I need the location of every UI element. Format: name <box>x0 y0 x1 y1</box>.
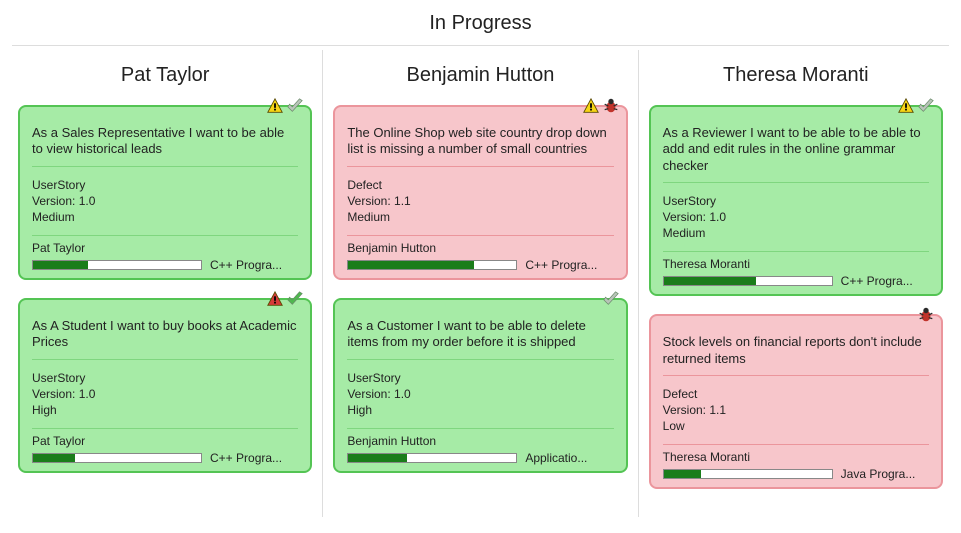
warning-icon <box>266 290 284 308</box>
card-version_label: Version: 1.1 <box>663 402 929 418</box>
swimlane: Benjamin Hutton The Online Shop web site … <box>322 50 637 517</box>
warning-icon <box>897 97 915 115</box>
card-type: UserStory <box>347 370 613 386</box>
card-icons <box>266 290 304 308</box>
progress-bar <box>32 453 202 463</box>
card-icons <box>582 97 620 115</box>
task-card[interactable]: As A Student I want to buy books at Acad… <box>18 298 312 473</box>
kanban-board: In Progress Pat Taylor As a Sales Represe… <box>0 0 961 529</box>
card-version_label: Version: 1.0 <box>32 386 298 402</box>
card-owner: Benjamin Hutton <box>347 236 613 258</box>
card-title: The Online Shop web site country drop do… <box>347 125 613 167</box>
bug-icon <box>917 306 935 324</box>
columns-container: Pat Taylor As a Sales Representative I wa… <box>8 50 953 517</box>
card-meta: DefectVersion: 1.1Medium <box>347 177 613 237</box>
card-footer: C++ Progra... <box>663 274 929 288</box>
card-footer: Applicatio... <box>347 451 613 465</box>
card-title: As a Customer I want to be able to delet… <box>347 318 613 360</box>
task-card[interactable]: As a Sales Representative I want to be a… <box>18 105 312 280</box>
card-owner: Benjamin Hutton <box>347 429 613 451</box>
card-version_label: Version: 1.0 <box>347 386 613 402</box>
card-version_label: Version: 1.0 <box>663 209 929 225</box>
card-owner: Pat Taylor <box>32 429 298 451</box>
progress-fill <box>348 454 407 462</box>
check-icon <box>602 290 620 308</box>
card-owner: Pat Taylor <box>32 236 298 258</box>
card-type: Defect <box>663 386 929 402</box>
card-title: As A Student I want to buy books at Acad… <box>32 318 298 360</box>
progress-bar <box>663 469 833 479</box>
card-meta: DefectVersion: 1.1Low <box>663 386 929 446</box>
card-meta: UserStoryVersion: 1.0Medium <box>32 177 298 237</box>
card-priority: High <box>347 402 613 418</box>
card-meta: UserStoryVersion: 1.0High <box>347 370 613 430</box>
progress-fill <box>664 277 756 285</box>
card-priority: High <box>32 402 298 418</box>
progress-fill <box>33 261 88 269</box>
card-footer: Java Progra... <box>663 467 929 481</box>
card-tag: Applicatio... <box>525 451 613 465</box>
card-version_label: Version: 1.1 <box>347 193 613 209</box>
card-priority: Low <box>663 418 929 434</box>
progress-bar <box>663 276 833 286</box>
card-type: UserStory <box>663 193 929 209</box>
card-type: UserStory <box>32 177 298 193</box>
card-footer: C++ Progra... <box>32 451 298 465</box>
card-tag: Java Progra... <box>841 467 929 481</box>
progress-bar <box>32 260 202 270</box>
task-card[interactable]: The Online Shop web site country drop do… <box>333 105 627 280</box>
card-icons <box>602 290 620 308</box>
bug-icon <box>602 97 620 115</box>
card-tag: C++ Progra... <box>210 451 298 465</box>
card-title: As a Reviewer I want to be able to be ab… <box>663 125 929 183</box>
check-icon <box>917 97 935 115</box>
board-title: In Progress <box>12 0 949 46</box>
card-footer: C++ Progra... <box>347 258 613 272</box>
task-card[interactable]: As a Customer I want to be able to delet… <box>333 298 627 473</box>
warning-icon <box>266 97 284 115</box>
card-title: Stock levels on financial reports don't … <box>663 334 929 376</box>
card-tag: C++ Progra... <box>841 274 929 288</box>
card-owner: Theresa Moranti <box>663 445 929 467</box>
swimlane: Theresa Moranti As a Reviewer I want to b… <box>638 50 953 517</box>
card-icons <box>917 306 935 324</box>
card-owner: Theresa Moranti <box>663 252 929 274</box>
card-icons <box>897 97 935 115</box>
warning-icon <box>582 97 600 115</box>
card-priority: Medium <box>32 209 298 225</box>
check-icon <box>286 290 304 308</box>
check-icon <box>286 97 304 115</box>
card-priority: Medium <box>347 209 613 225</box>
progress-bar <box>347 260 517 270</box>
progress-fill <box>33 454 75 462</box>
progress-fill <box>348 261 474 269</box>
card-version_label: Version: 1.0 <box>32 193 298 209</box>
card-footer: C++ Progra... <box>32 258 298 272</box>
card-tag: C++ Progra... <box>210 258 298 272</box>
swimlane: Pat Taylor As a Sales Representative I wa… <box>8 50 322 517</box>
card-title: As a Sales Representative I want to be a… <box>32 125 298 167</box>
card-meta: UserStoryVersion: 1.0Medium <box>663 193 929 253</box>
task-card[interactable]: Stock levels on financial reports don't … <box>649 314 943 489</box>
card-type: Defect <box>347 177 613 193</box>
progress-bar <box>347 453 517 463</box>
progress-fill <box>664 470 701 478</box>
card-icons <box>266 97 304 115</box>
card-tag: C++ Progra... <box>525 258 613 272</box>
card-meta: UserStoryVersion: 1.0High <box>32 370 298 430</box>
card-type: UserStory <box>32 370 298 386</box>
task-card[interactable]: As a Reviewer I want to be able to be ab… <box>649 105 943 296</box>
card-priority: Medium <box>663 225 929 241</box>
